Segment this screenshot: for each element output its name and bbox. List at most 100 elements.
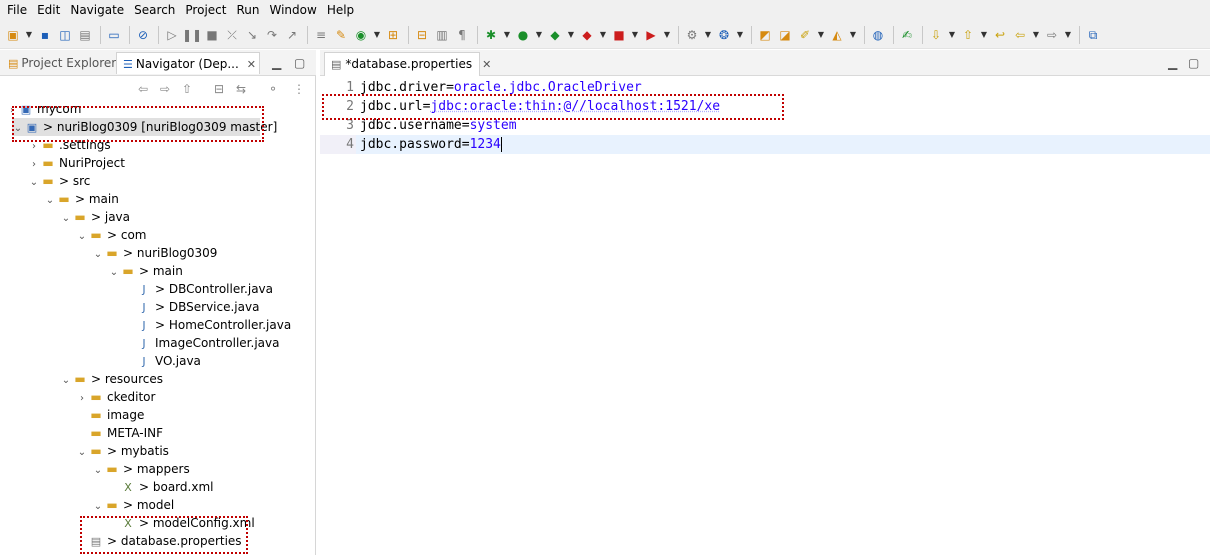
minimize-icon[interactable]: ▁ <box>272 56 281 70</box>
skip-breakpoints-icon[interactable]: ⊘ <box>134 26 152 44</box>
collapse-icon[interactable]: ⌄ <box>76 228 88 246</box>
menu-project[interactable]: Project <box>180 0 231 21</box>
collapse-all-icon[interactable]: ⊟ <box>210 80 228 98</box>
run-icon[interactable]: ● <box>514 26 532 44</box>
tree-item-java[interactable]: ⌄ ▬ > java <box>60 208 130 226</box>
git-icon[interactable]: ◉ <box>352 26 370 44</box>
tree-item-main-package[interactable]: ⌄ ▬ > main <box>108 262 183 280</box>
collapse-icon[interactable]: ⌄ <box>44 192 56 210</box>
back-icon[interactable]: ⇦ <box>134 80 152 98</box>
open-perspective-icon[interactable]: ⧉ <box>1084 26 1102 44</box>
print-icon[interactable]: ▤ <box>76 26 94 44</box>
previous-annotation-icon[interactable]: ⇧ <box>959 26 977 44</box>
tree-item-nuriblog-project[interactable]: ⌄ ▣ > nuriBlog0309 [nuriBlog0309 master] <box>12 118 277 138</box>
menu-window[interactable]: Window <box>264 0 321 21</box>
next-annotation-dropdown-icon[interactable]: ▼ <box>947 26 957 44</box>
tree-item-mybatis[interactable]: ⌄ ▬ > mybatis <box>76 442 169 460</box>
step-over-icon[interactable]: ↷ <box>263 26 281 44</box>
open-folder-icon[interactable]: ◩ <box>756 26 774 44</box>
tree-item-com[interactable]: ⌄ ▬ > com <box>76 226 147 244</box>
tree-item-database-properties[interactable]: ▤ > database.properties <box>88 532 242 550</box>
terminate-icon[interactable]: ■ <box>203 26 221 44</box>
search-folder-icon[interactable]: ◭ <box>828 26 846 44</box>
link-with-editor-icon[interactable]: ⇆ <box>232 80 250 98</box>
tree-item-modelconfig-xml[interactable]: X > modelConfig.xml <box>120 514 254 532</box>
back-dropdown-icon[interactable]: ▼ <box>1031 26 1041 44</box>
word-wrap-icon[interactable]: ⊟ <box>413 26 431 44</box>
globe-icon[interactable]: ◍ <box>869 26 887 44</box>
collapse-icon[interactable]: ⌄ <box>12 120 24 138</box>
code-line[interactable]: jdbc.username=system <box>356 116 1210 135</box>
forward-icon[interactable]: ⇨ <box>1043 26 1061 44</box>
external-tools-icon[interactable]: ▶ <box>642 26 660 44</box>
run-dropdown-icon[interactable]: ▼ <box>534 26 544 44</box>
tree-item-model[interactable]: ⌄ ▬ > model <box>92 496 174 514</box>
open-project-icon[interactable]: ◪ <box>776 26 794 44</box>
tree-item-image[interactable]: ▬ image <box>88 406 144 424</box>
collapse-icon[interactable]: ⌄ <box>76 444 88 462</box>
collapse-icon[interactable]: ⌄ <box>108 264 120 282</box>
tree-item-nuriblog-package[interactable]: ⌄ ▬ > nuriBlog0309 <box>92 244 218 264</box>
open-type-icon[interactable]: ⊞ <box>384 26 402 44</box>
tree-item-nuriproject[interactable]: › ▬ NuriProject <box>28 154 125 172</box>
last-edit-location-icon[interactable]: ↩ <box>991 26 1009 44</box>
toggle-mark-occurrences-icon[interactable]: ✎ <box>332 26 350 44</box>
spring-dropdown-icon[interactable]: ▼ <box>816 26 826 44</box>
code-line[interactable]: jdbc.driver=oracle.jdbc.OracleDriver <box>356 78 1210 97</box>
tree-item-vo[interactable]: J VO.java <box>136 352 201 370</box>
resume-icon[interactable]: ▷ <box>163 26 181 44</box>
maximize-icon[interactable]: ▢ <box>294 56 305 70</box>
menu-run[interactable]: Run <box>231 0 264 21</box>
step-return-icon[interactable]: ↗ <box>283 26 301 44</box>
forward-icon[interactable]: ⇨ <box>156 80 174 98</box>
previous-annotation-dropdown-icon[interactable]: ▼ <box>979 26 989 44</box>
save-icon[interactable]: ▪ <box>36 26 54 44</box>
block-selection-icon[interactable]: ▥ <box>433 26 451 44</box>
tree-item-src[interactable]: ⌄ ▬ > src <box>28 172 91 190</box>
suspend-icon[interactable]: ❚❚ <box>182 26 202 44</box>
tab-project-explorer[interactable]: ▤ Project Explorer <box>2 52 116 74</box>
menu-file[interactable]: File <box>2 0 32 21</box>
expand-icon[interactable]: › <box>76 390 88 408</box>
tree-item-resources[interactable]: ⌄ ▬ > resources <box>60 370 163 388</box>
filter-icon[interactable]: ⚬ <box>264 80 282 98</box>
maximize-icon[interactable]: ▢ <box>1188 56 1199 70</box>
menu-navigate[interactable]: Navigate <box>65 0 129 21</box>
git-dropdown-icon[interactable]: ▼ <box>372 26 382 44</box>
terminal-icon[interactable]: ▭ <box>105 26 123 44</box>
tree-item-dbservice[interactable]: J > DBService.java <box>136 298 259 316</box>
toggle-whitespace-icon[interactable]: ≡ <box>312 26 330 44</box>
code-text-area[interactable]: jdbc.driver=oracle.jdbc.OracleDriver jdb… <box>356 76 1210 555</box>
stop-icon[interactable]: ■ <box>610 26 628 44</box>
search-folder-dropdown-icon[interactable]: ▼ <box>848 26 858 44</box>
up-icon[interactable]: ⇧ <box>178 80 196 98</box>
debug-icon[interactable]: ✱ <box>482 26 500 44</box>
minimize-icon[interactable]: ▁ <box>1168 56 1177 70</box>
tree-item-board-xml[interactable]: X > board.xml <box>120 478 213 496</box>
close-icon[interactable]: ✕ <box>247 58 256 71</box>
new-class-icon[interactable]: ❂ <box>715 26 733 44</box>
spring-icon[interactable]: ✐ <box>796 26 814 44</box>
menu-search[interactable]: Search <box>129 0 180 21</box>
profile-dropdown-icon[interactable]: ▼ <box>598 26 608 44</box>
save-all-icon[interactable]: ◫ <box>56 26 74 44</box>
show-whitespace-icon[interactable]: ¶ <box>453 26 471 44</box>
tab-navigator[interactable]: ☰ Navigator (Dep... ✕ <box>116 52 260 74</box>
new-dropdown-icon[interactable]: ▼ <box>24 26 34 44</box>
tree-item-ckeditor[interactable]: › ▬ ckeditor <box>76 388 155 406</box>
collapse-icon[interactable]: ⌄ <box>92 246 104 264</box>
tree-item-main[interactable]: ⌄ ▬ > main <box>44 190 119 208</box>
code-line-current[interactable]: jdbc.password=1234 <box>356 135 1210 154</box>
tab-database-properties[interactable]: ▤ *database.properties ✕ <box>324 52 491 76</box>
tree-item-dbcontroller[interactable]: J > DBController.java <box>136 280 273 298</box>
collapse-icon[interactable]: ⌄ <box>60 210 72 228</box>
collapse-icon[interactable]: ⌄ <box>60 372 72 390</box>
tree-item-mycom[interactable]: › ▣ mycom <box>6 100 81 118</box>
step-into-icon[interactable]: ↘ <box>243 26 261 44</box>
back-icon[interactable]: ⇦ <box>1011 26 1029 44</box>
tree-item-meta-inf[interactable]: ▬ META-INF <box>88 424 163 442</box>
new-server-dropdown-icon[interactable]: ▼ <box>703 26 713 44</box>
tree-item-settings[interactable]: › ▬ .settings <box>28 136 111 154</box>
tree-item-imagecontroller[interactable]: J ImageController.java <box>136 334 279 352</box>
new-class-dropdown-icon[interactable]: ▼ <box>735 26 745 44</box>
